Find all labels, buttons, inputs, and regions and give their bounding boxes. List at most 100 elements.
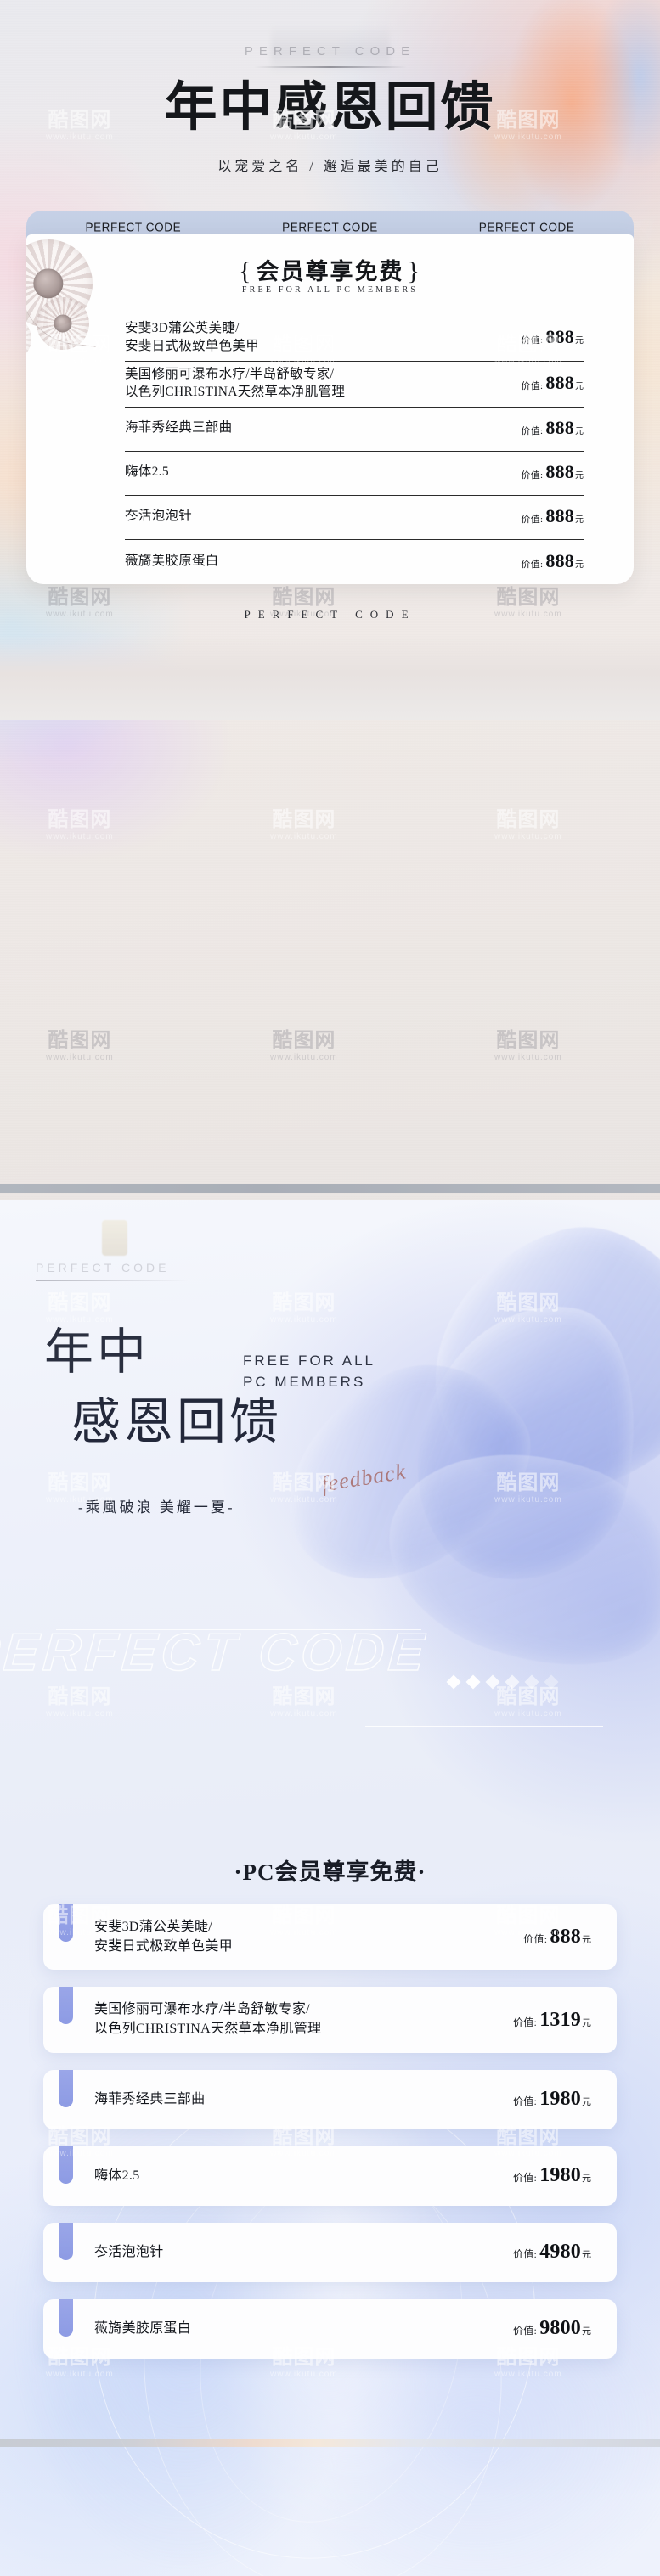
price-unit: 元 [575, 560, 584, 570]
tab-perfect-code-2[interactable]: PERFECT CODE [282, 220, 378, 234]
brand-mark-top: PERFECT CODE [244, 44, 416, 59]
watermark: 酷图网 www.ikutu.com [270, 1685, 338, 1718]
price-unit: 元 [575, 427, 584, 436]
watermark: 酷图网 www.ikutu.com [46, 1291, 114, 1325]
benefit-name: 安斐3D蒲公英美睫/ 安斐日式极致单色美甲 [94, 1920, 234, 1954]
price-label: 价值: [521, 470, 544, 481]
benefit-price: 价值: 4980 元 [513, 2241, 591, 2264]
price-unit: 元 [582, 2326, 591, 2337]
benefit-price: 价值: 888 元 [521, 372, 584, 394]
price-value: 888 [545, 549, 574, 571]
price-label: 价值: [521, 335, 544, 346]
table-row: 美国修丽可瀑布水疗/半岛舒敏专家/ 以色列CHRISTINA天然草本净肌管理 价值… [125, 362, 584, 408]
price-unit: 元 [582, 2017, 591, 2028]
price-label: 价值: [521, 515, 544, 525]
section2-title-bottom: 感恩回馈 [71, 1394, 283, 1449]
benefit-name: 冭活泡泡针 [125, 509, 193, 524]
price-value: 888 [545, 417, 574, 438]
watermark: 酷图网 www.ikutu.com [494, 808, 562, 841]
benefit-price: 价值: 888 元 [521, 550, 584, 572]
section-annual-thanksgiving-top: PERFECT CODE 年中感恩回馈 以宠爱之名 / 邂逅最美的自己 PERF… [0, 0, 660, 1200]
tab-perfect-code-1[interactable]: PERFECT CODE [85, 220, 181, 234]
card-subtitle: FREE FOR ALL PC MEMBERS [241, 285, 419, 295]
table-row: 嗨体2.5 价值: 888 元 [125, 452, 584, 496]
benefit-list-bottom: 安斐3D蒲公英美睫/ 安斐日式极致单色美甲 价值: 888 元美国修丽可瀑布水疗/半岛… [43, 1904, 617, 2376]
accent-line-bottom [365, 1726, 603, 1728]
table-row: 冭活泡泡针 价值: 888 元 [125, 496, 584, 540]
card-title: {会员尊享免费} [26, 253, 634, 286]
bottom-accent-bar [0, 2439, 660, 2447]
benefit-name: 海菲秀经典三部曲 [125, 420, 233, 436]
price-value: 888 [545, 372, 574, 394]
price-value: 9800 [539, 2317, 581, 2340]
benefit-name: 美国修丽可瀑布水疗/半岛舒敏专家/ 以色列CHRISTINA天然草本净肌管理 [125, 366, 346, 400]
price-label: 价值: [512, 2172, 538, 2185]
list-item[interactable]: 美国修丽可瀑布水疗/半岛舒敏专家/ 以色列CHRISTINA天然草本净肌管理 价值… [43, 1987, 617, 2053]
accent-tab-icon [59, 1904, 73, 1942]
price-value: 888 [550, 1926, 581, 1949]
list-item[interactable]: 嗨体2.5 价值: 1980 元 [43, 2146, 617, 2206]
list-item[interactable]: 安斐3D蒲公英美睫/ 安斐日式极致单色美甲 价值: 888 元 [43, 1904, 617, 1971]
price-unit: 元 [575, 471, 584, 481]
table-row: 安斐3D蒲公英美睫/ 安斐日式极致单色美甲 价值: 888 元 [125, 316, 584, 362]
watermark: 酷图网 www.ikutu.com [270, 1291, 338, 1325]
page-title: 年中感恩回馈 [164, 79, 496, 137]
price-label: 价值: [512, 2095, 538, 2108]
benefit-price: 价值: 888 元 [523, 1926, 591, 1949]
benefit-price: 价值: 1980 元 [513, 2088, 591, 2111]
watermark: 酷图网 www.ikutu.com [494, 1029, 562, 1062]
section2-slogan: -乘風破浪 美耀一夏- [78, 1499, 235, 1516]
benefit-name: 嗨体2.5 [125, 464, 169, 480]
price-value: 888 [545, 326, 574, 348]
benefit-name: 冭活泡泡针 [94, 2244, 164, 2259]
price-unit: 元 [582, 1935, 591, 1946]
price-unit: 元 [582, 2250, 591, 2261]
diamond-dots-decor [446, 1674, 559, 1690]
price-label: 价值: [512, 2016, 538, 2028]
brace-close: } [407, 257, 421, 285]
benefit-price: 价值: 9800 元 [513, 2317, 591, 2340]
benefit-name: 海菲秀经典三部曲 [94, 2091, 206, 2106]
price-unit: 元 [575, 336, 584, 346]
benefit-name: 美国修丽可瀑布水疗/半岛舒敏专家/ 以色列CHRISTINA天然草本净肌管理 [94, 2002, 322, 2037]
price-unit: 元 [575, 382, 584, 392]
price-label: 价值: [521, 559, 544, 570]
section2-title-english: FREE FOR ALL PC MEMBERS [243, 1353, 375, 1390]
price-unit: 元 [582, 2174, 591, 2185]
daisy-flower-tiny-icon [26, 316, 31, 362]
outline-brand-text: PERFECT CODE [0, 1623, 431, 1682]
benefit-price: 价值: 888 元 [521, 417, 584, 439]
section-base-gradient [0, 635, 660, 720]
watermark: 酷图网 www.ikutu.com [46, 1029, 114, 1062]
tab-perfect-code-3[interactable]: PERFECT CODE [479, 220, 575, 234]
brace-open: { [239, 257, 253, 285]
table-row: 薇旖美胶原蛋白 价值: 888 元 [125, 540, 584, 584]
price-value: 888 [545, 505, 574, 526]
list-item[interactable]: 冭活泡泡针 价值: 4980 元 [43, 2222, 617, 2282]
benefit-price: 价值: 888 元 [521, 505, 584, 527]
accent-tab-icon [59, 2298, 73, 2337]
benefit-price: 价值: 1319 元 [513, 2009, 591, 2032]
accent-tab-icon [59, 2222, 73, 2260]
price-unit: 元 [582, 2097, 591, 2108]
price-value: 888 [545, 461, 574, 482]
price-value: 4980 [539, 2241, 581, 2264]
benefit-list-top: 安斐3D蒲公英美睫/ 安斐日式极致单色美甲 价值: 888 元美国修丽可瀑布水疗/半岛… [125, 316, 584, 584]
price-label: 价值: [521, 381, 544, 392]
section2-title-top: 年中 [44, 1325, 150, 1380]
watermark: 酷图网 www.ikutu.com [494, 1685, 562, 1718]
brand-underline-decor [253, 66, 407, 68]
benefit-name: 嗨体2.5 [94, 2168, 140, 2183]
price-value: 1980 [539, 2088, 581, 2111]
benefit-name: 薇旖美胶原蛋白 [94, 2320, 192, 2336]
ghost-brand-underline [36, 1280, 189, 1281]
price-unit: 元 [575, 515, 584, 525]
card-title-text: 会员尊享免费 [256, 259, 404, 284]
price-label: 价值: [521, 426, 544, 436]
watermark: 酷图网 www.ikutu.com [46, 808, 114, 841]
list-item[interactable]: 薇旖美胶原蛋白 价值: 9800 元 [43, 2298, 617, 2359]
list-item[interactable]: 海菲秀经典三部曲 价值: 1980 元 [43, 2069, 617, 2129]
price-value: 1980 [539, 2164, 581, 2187]
ghost-brand-mark: PERFECT CODE [36, 1220, 189, 1295]
benefit-price: 价值: 1980 元 [513, 2164, 591, 2187]
